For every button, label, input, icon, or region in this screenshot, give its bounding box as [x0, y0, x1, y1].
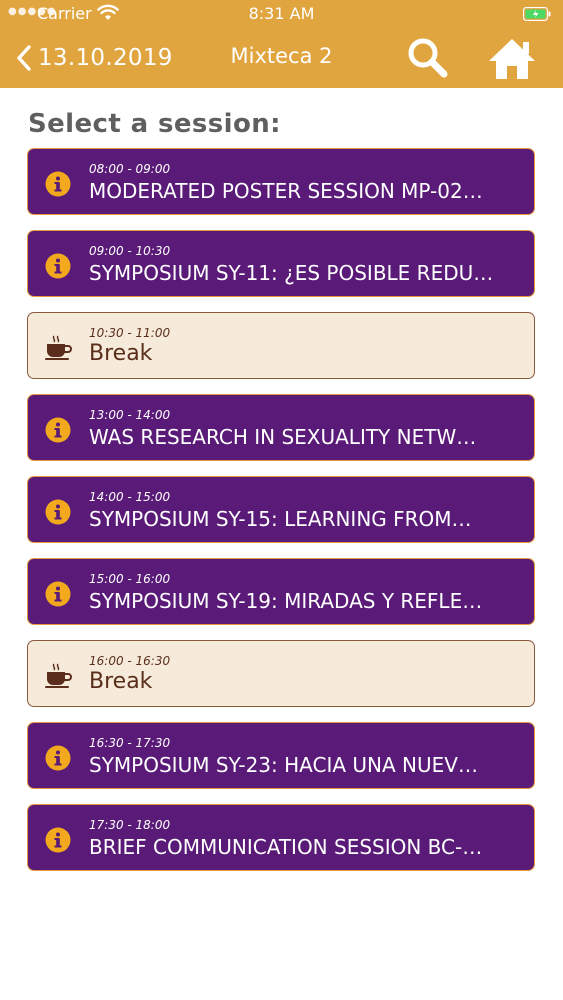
search-button[interactable] [406, 36, 450, 80]
info-icon [45, 499, 71, 525]
session-title: SYMPOSIUM SY-15: LEARNING FROM… [89, 507, 472, 531]
session-title: Break [89, 669, 153, 694]
top-bar: ●●●●● Carrier 8:31 AM 13.10.2019 Mixteca… [0, 0, 563, 88]
break-row[interactable]: 10:30 - 11:00 Break [27, 312, 535, 379]
search-icon [408, 38, 448, 78]
session-time: 13:00 - 14:00 [89, 408, 171, 422]
session-title: SYMPOSIUM SY-19: MIRADAS Y REFLE… [89, 589, 483, 613]
session-time: 14:00 - 15:00 [89, 490, 171, 504]
select-session-heading: Select a session: [28, 109, 281, 139]
session-time: 08:00 - 09:00 [89, 162, 171, 176]
session-time: 16:30 - 17:30 [89, 736, 171, 750]
session-title: SYMPOSIUM SY-11: ¿ES POSIBLE REDU… [89, 261, 494, 285]
info-icon [45, 745, 71, 771]
session-list: 08:00 - 09:00 MODERATED POSTER SESSION MP… [27, 148, 535, 886]
battery-icon [522, 6, 551, 22]
navigation-bar: 13.10.2019 Mixteca 2 [0, 28, 563, 88]
info-icon [45, 827, 71, 853]
session-row[interactable]: 17:30 - 18:00 BRIEF COMMUNICATION SESSION… [27, 804, 535, 871]
session-row[interactable]: 16:30 - 17:30 SYMPOSIUM SY-23: HACIA UNA … [27, 722, 535, 789]
coffee-cup-icon [45, 663, 72, 689]
home-icon [489, 39, 535, 79]
coffee-cup-icon [45, 335, 72, 361]
session-time: 10:30 - 11:00 [89, 326, 171, 340]
status-time: 8:31 AM [248, 4, 315, 23]
info-icon [45, 171, 71, 197]
session-title: MODERATED POSTER SESSION MP-02… [89, 179, 483, 203]
session-title: Break [89, 341, 153, 366]
session-title: SYMPOSIUM SY-23: HACIA UNA NUEV… [89, 753, 478, 777]
session-row[interactable]: 14:00 - 15:00 SYMPOSIUM SY-15: LEARNING F… [27, 476, 535, 543]
home-button[interactable] [486, 36, 538, 82]
session-time: 15:00 - 16:00 [89, 572, 171, 586]
session-row[interactable]: 09:00 - 10:30 SYMPOSIUM SY-11: ¿ES POSIBL… [27, 230, 535, 297]
back-button-label: 13.10.2019 [38, 45, 173, 71]
status-bar: ●●●●● Carrier 8:31 AM [0, 0, 563, 28]
session-title: BRIEF COMMUNICATION SESSION BC-… [89, 835, 483, 859]
session-title: WAS RESEARCH IN SEXUALITY NETW… [89, 425, 477, 449]
session-time: 16:00 - 16:30 [89, 654, 171, 668]
back-button[interactable]: 13.10.2019 [16, 42, 173, 74]
chevron-left-icon [17, 45, 31, 71]
session-time: 09:00 - 10:30 [89, 244, 171, 258]
session-row[interactable]: 13:00 - 14:00 WAS RESEARCH IN SEXUALITY N… [27, 394, 535, 461]
info-icon [45, 417, 71, 443]
session-row[interactable]: 08:00 - 09:00 MODERATED POSTER SESSION MP… [27, 148, 535, 215]
info-icon [45, 253, 71, 279]
session-row[interactable]: 15:00 - 16:00 SYMPOSIUM SY-19: MIRADAS Y … [27, 558, 535, 625]
break-row[interactable]: 16:00 - 16:30 Break [27, 640, 535, 707]
info-icon [45, 581, 71, 607]
session-time: 17:30 - 18:00 [89, 818, 171, 832]
